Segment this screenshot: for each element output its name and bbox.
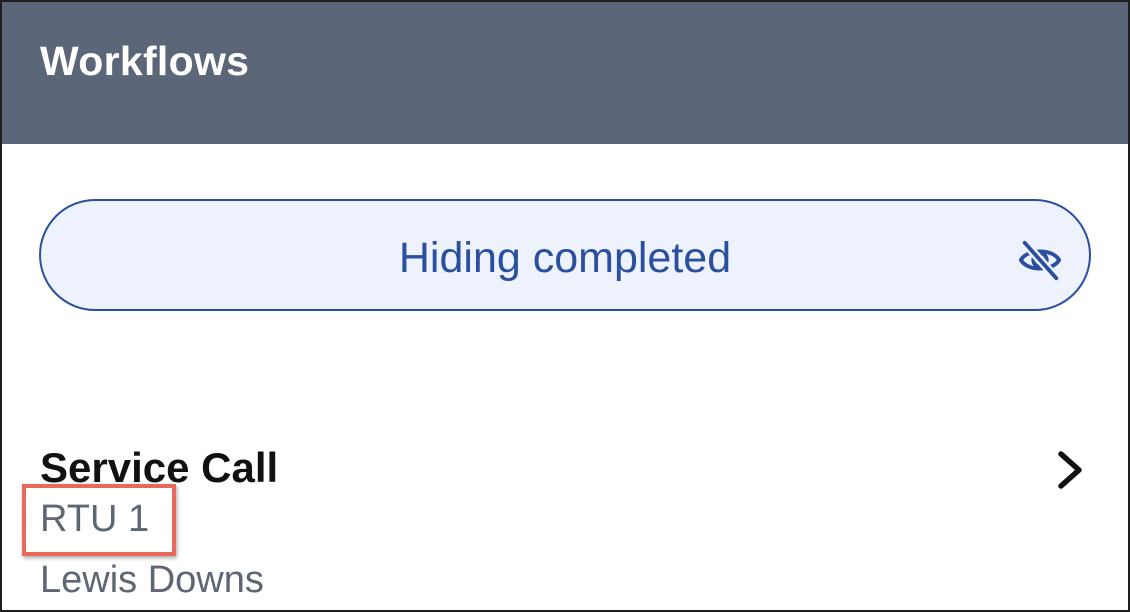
hide-completed-label: Hiding completed xyxy=(398,234,732,282)
workflow-unit: RTU 1 xyxy=(40,498,150,540)
app-screen: Workflows Hiding completed Service Call … xyxy=(0,0,1130,612)
page-title: Workflows xyxy=(40,38,250,84)
chevron-right-icon xyxy=(1058,451,1082,489)
workflow-list-item[interactable]: Service Call RTU 1 Lewis Downs xyxy=(2,432,1128,610)
eye-off-icon xyxy=(1018,238,1062,283)
header-bar: Workflows xyxy=(2,2,1128,144)
hide-completed-toggle[interactable]: Hiding completed xyxy=(39,199,1091,311)
workflow-site: Lewis Downs xyxy=(40,559,264,601)
